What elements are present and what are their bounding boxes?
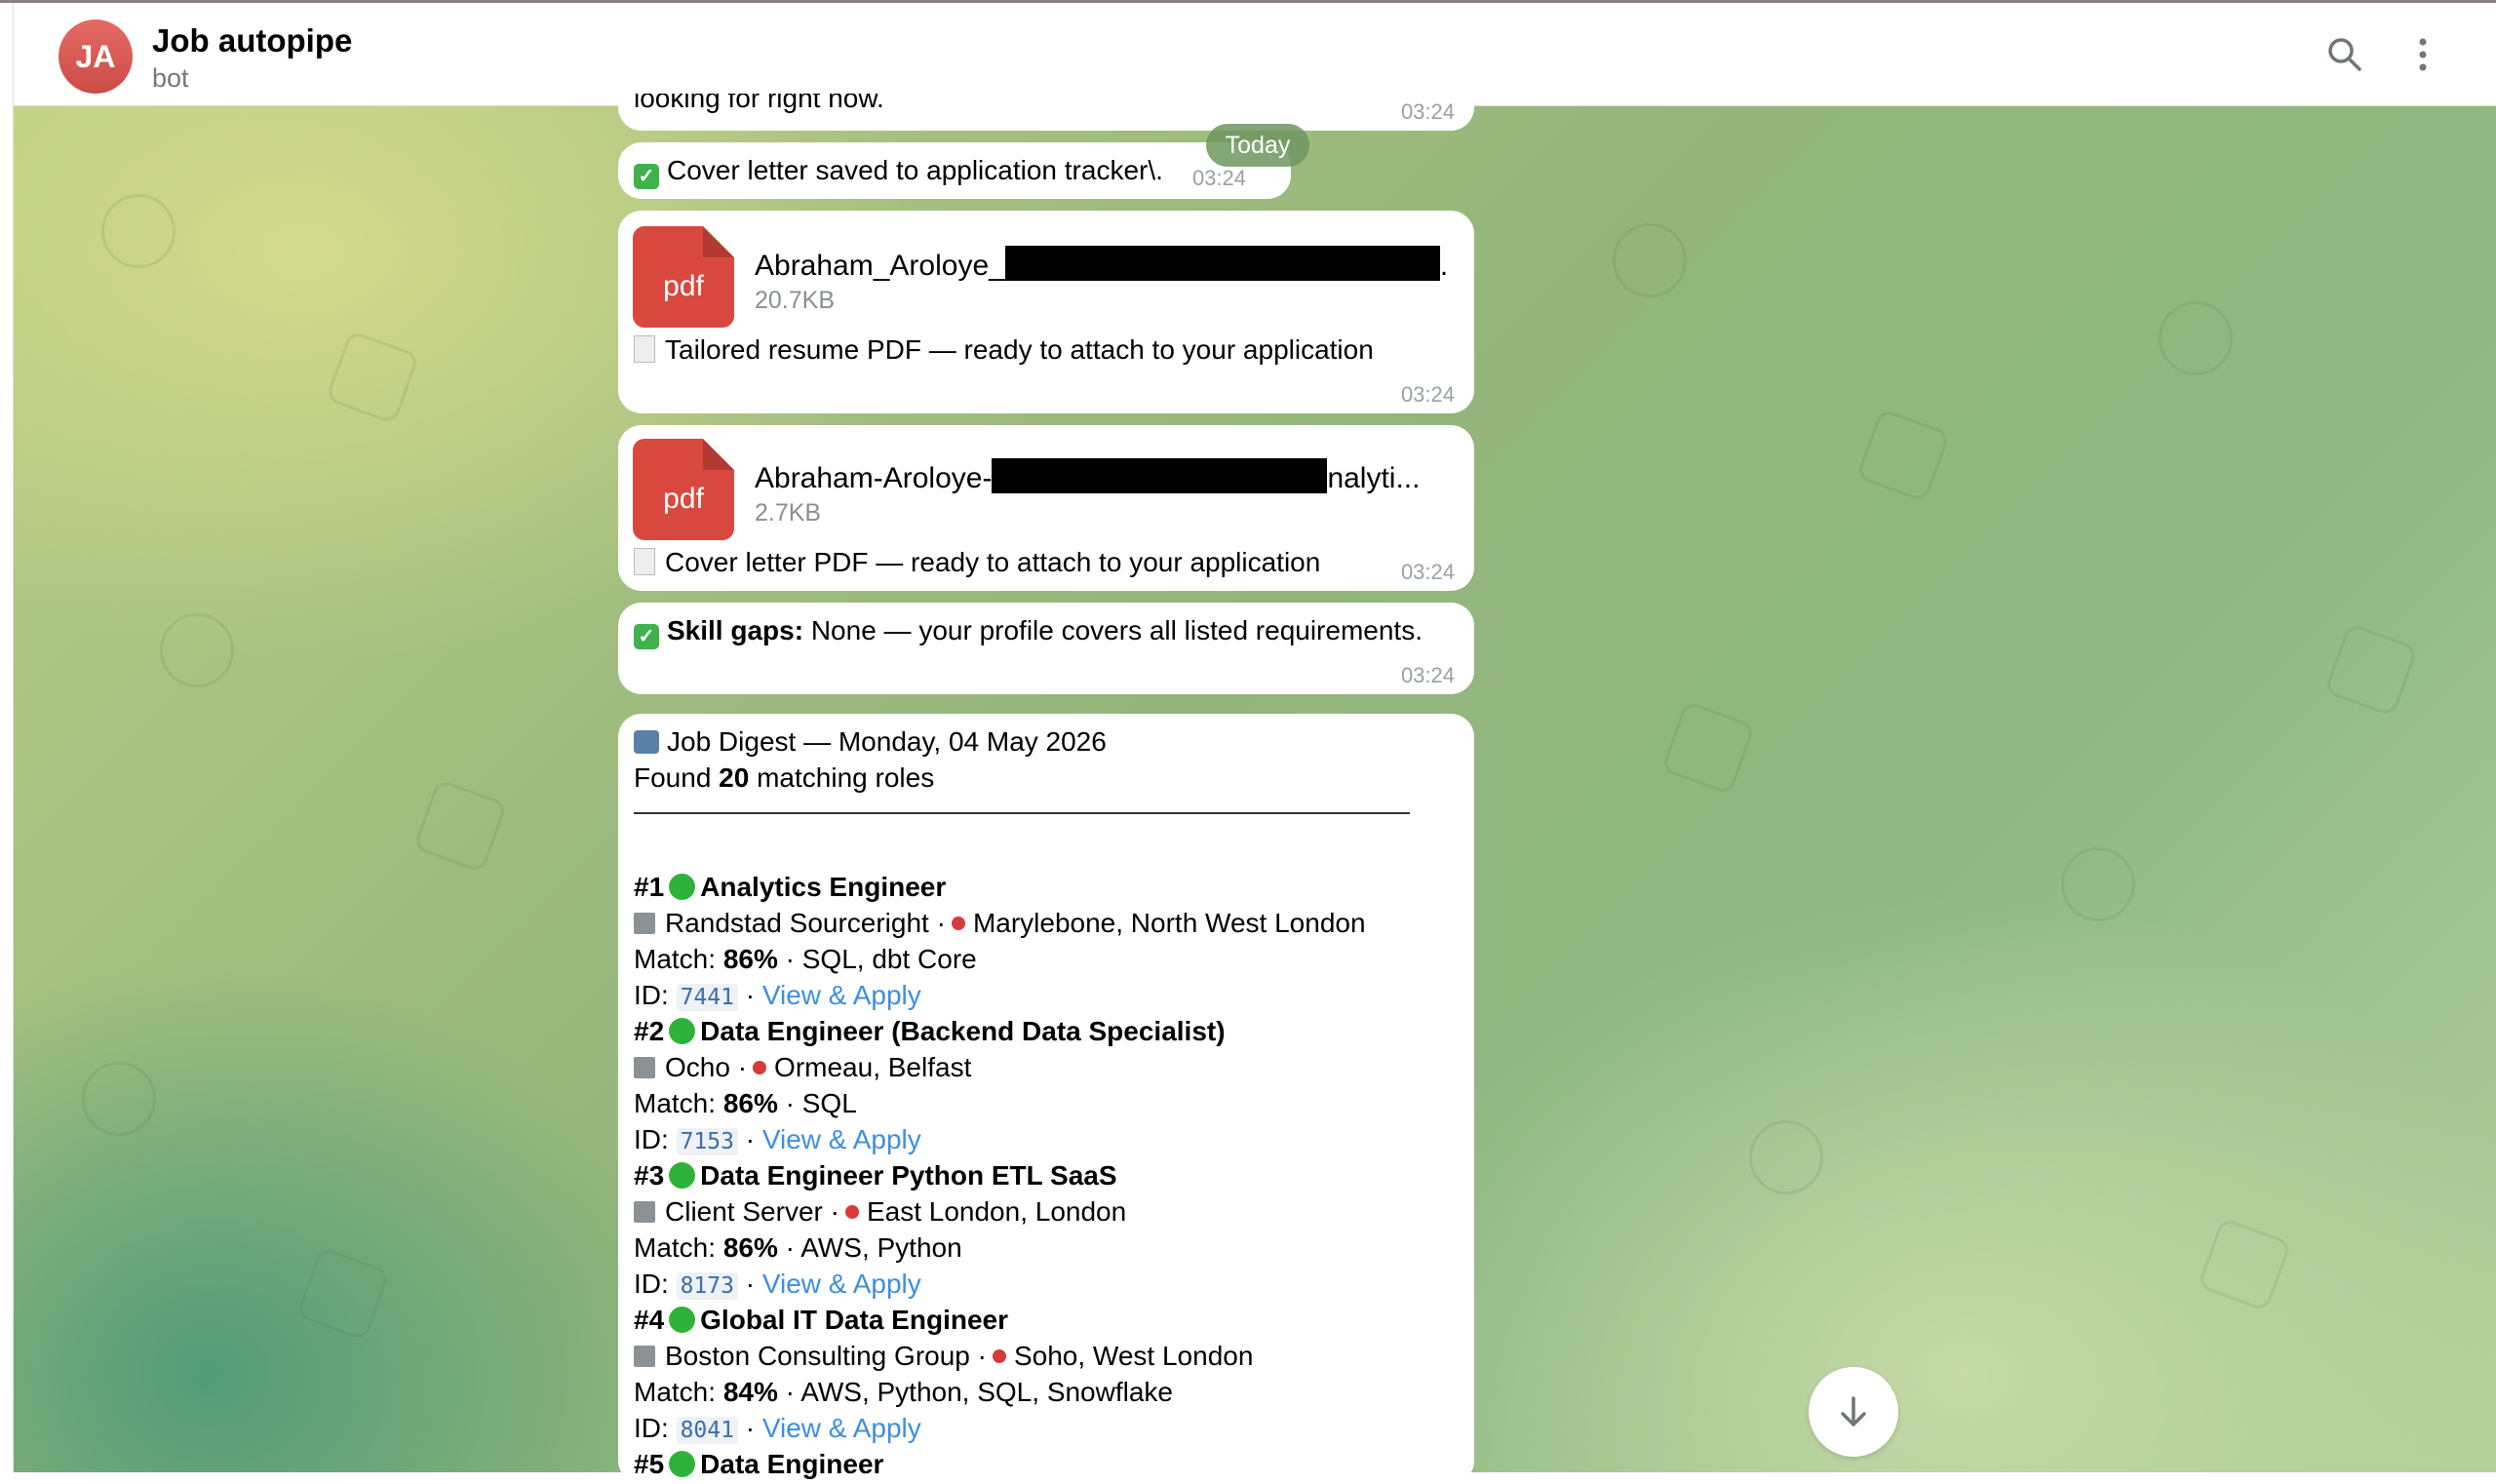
message-time: 03:24: [1400, 560, 1455, 584]
avatar[interactable]: JA: [58, 20, 133, 94]
job-company-line: Ocho · Ormeau, Belfast: [634, 1049, 971, 1085]
file-size: 2.7KB: [755, 499, 822, 527]
mailbox-icon: [634, 730, 659, 754]
job-title-line: #2 Data Engineer (Backend Data Specialist…: [634, 1016, 1226, 1046]
job-id-code[interactable]: 8041: [676, 1417, 738, 1444]
view-apply-link[interactable]: View & Apply: [762, 1124, 921, 1154]
file-caption: Tailored resume PDF — ready to attach to…: [634, 332, 1374, 368]
message-bubble-cover-file[interactable]: pdf Abraham-Aroloye-nalyti... 2.7KB Cove…: [618, 425, 1474, 591]
view-apply-link[interactable]: View & Apply: [762, 1413, 921, 1443]
more-vertical-icon: [2419, 38, 2427, 71]
message-time: 03:24: [1400, 663, 1455, 687]
digest-found: Found 20 matching roles: [634, 762, 935, 793]
job-title-line: #3 Data Engineer Python ETL SaaS: [634, 1160, 1117, 1191]
page-icon: [634, 548, 655, 575]
message-bubble-partial[interactable]: looking for right now. 03:24: [618, 78, 1474, 131]
view-apply-link[interactable]: View & Apply: [762, 980, 921, 1010]
check-icon: ✓: [634, 164, 659, 189]
scroll-to-bottom-button[interactable]: [1809, 1367, 1898, 1457]
message-time: 03:24: [1400, 382, 1455, 407]
building-icon: [634, 913, 655, 934]
message-bubble-resume-file[interactable]: pdf Abraham_Aroloye_. 20.7KB Tailored re…: [618, 211, 1474, 413]
digest-title: Job Digest — Monday, 04 May 2026: [634, 723, 1107, 760]
message-time: 03:24: [1191, 166, 1246, 190]
green-circle-icon: [669, 874, 696, 900]
job-id-line: ID: 8173 · View & Apply: [634, 1269, 921, 1300]
file-size: 20.7KB: [755, 287, 836, 314]
message-bubble-skill-gaps[interactable]: ✓ Skill gaps: None — your profile covers …: [618, 603, 1474, 694]
job-company-line: Client Server · East London, London: [634, 1193, 1126, 1230]
green-circle-icon: [669, 1162, 696, 1189]
job-title-line: #4 Global IT Data Engineer: [634, 1305, 1008, 1335]
pdf-file-icon[interactable]: pdf: [633, 439, 734, 540]
message-text: ✓ Skill gaps: None — your profile covers …: [634, 612, 1423, 649]
page-icon: [634, 335, 655, 363]
building-icon: [634, 1346, 655, 1367]
job-match-line: Match: 86% · SQL, dbt Core: [634, 944, 977, 974]
left-sidebar-edge: [0, 3, 14, 1472]
chat-subtitle: bot: [152, 63, 189, 93]
check-icon: ✓: [634, 624, 659, 649]
job-match-line: Match: 86% · SQL: [634, 1088, 857, 1118]
job-id-code[interactable]: 8173: [676, 1272, 738, 1300]
job-id-code[interactable]: 7153: [676, 1128, 738, 1155]
job-id-code[interactable]: 7441: [676, 984, 738, 1011]
building-icon: [634, 1057, 655, 1078]
redaction-bar: [1004, 246, 1440, 281]
file-name[interactable]: Abraham_Aroloye_.: [755, 246, 1448, 283]
pdf-file-icon[interactable]: pdf: [633, 226, 734, 328]
job-id-line: ID: 8041 · View & Apply: [634, 1413, 921, 1444]
search-icon: [2328, 38, 2361, 71]
job-match-line: Match: 84% · AWS, Python, SQL, Snowflake: [634, 1377, 1173, 1407]
pin-icon: [992, 1349, 1006, 1363]
pin-icon: [753, 1061, 767, 1074]
file-caption: Cover letter PDF — ready to attach to yo…: [634, 544, 1320, 580]
message-text: looking for right now.: [634, 83, 884, 113]
message-time: 03:24: [1400, 99, 1455, 124]
job-id-line: ID: 7441 · View & Apply: [634, 980, 921, 1011]
more-menu-button[interactable]: [2398, 30, 2447, 79]
arrow-down-icon: [1841, 1396, 1866, 1426]
job-title-line: #5 Data Engineer: [634, 1449, 884, 1479]
file-name[interactable]: Abraham-Aroloye-nalyti...: [755, 458, 1420, 495]
message-bubble-cover-saved[interactable]: ✓ Cover letter saved to application track…: [618, 142, 1291, 199]
search-button[interactable]: [2320, 30, 2369, 79]
building-icon: [634, 1201, 655, 1223]
pin-icon: [951, 917, 965, 930]
green-circle-icon: [669, 1307, 696, 1333]
redaction-bar: [992, 458, 1328, 493]
job-company-line: Boston Consulting Group · Soho, West Lond…: [634, 1338, 1253, 1374]
job-match-line: Match: 86% · AWS, Python: [634, 1232, 962, 1263]
date-pill: Today: [1206, 124, 1309, 167]
chat-title[interactable]: Job autopipe: [152, 22, 352, 59]
divider: [634, 812, 1410, 814]
green-circle-icon: [669, 1451, 696, 1477]
pin-icon: [844, 1205, 859, 1219]
job-title-line: #1 Analytics Engineer: [634, 872, 947, 902]
message-bubble-job-digest[interactable]: Job Digest — Monday, 04 May 2026 Found 2…: [618, 714, 1474, 1484]
green-circle-icon: [669, 1018, 696, 1044]
job-company-line: Randstad Sourceright · Marylebone, North …: [634, 905, 1366, 941]
job-id-line: ID: 7153 · View & Apply: [634, 1124, 921, 1155]
message-text: ✓ Cover letter saved to application track…: [634, 152, 1163, 189]
view-apply-link[interactable]: View & Apply: [762, 1269, 921, 1299]
